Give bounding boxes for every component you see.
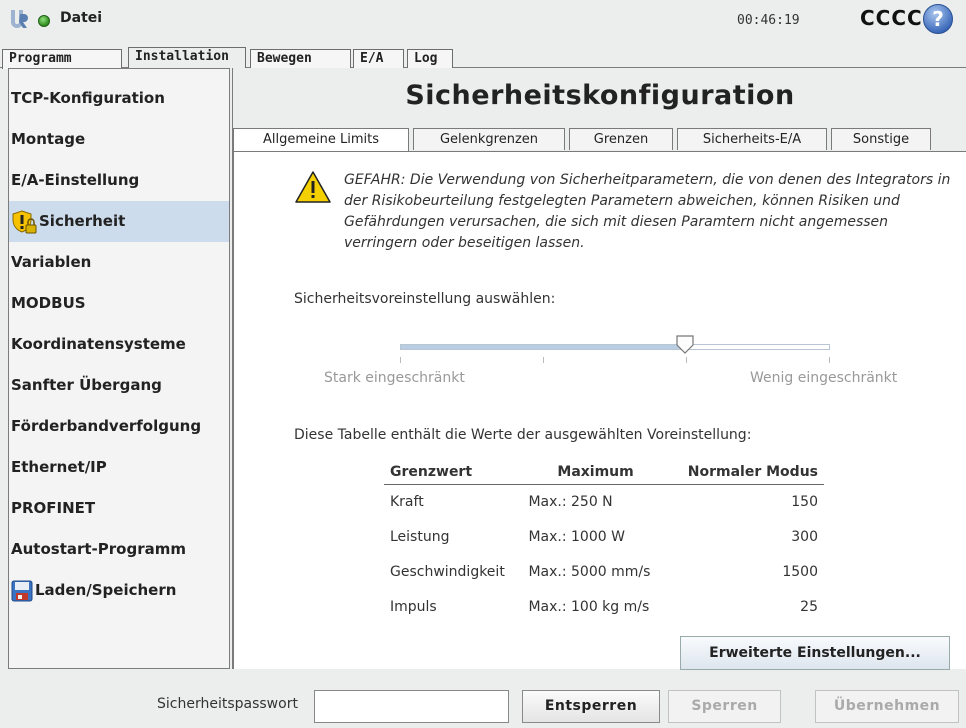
limits-table: Grenzwert Maximum Normaler Modus Kraft M… [384, 460, 824, 624]
limit-name: Kraft [390, 493, 424, 510]
ur-logo-icon [11, 10, 28, 28]
warning-icon [295, 171, 331, 203]
sidebar-item-label: PROFINET [11, 499, 96, 517]
sidebar-item-sanfter-uebergang[interactable]: Sanfter Übergang [9, 365, 229, 406]
column-header-limit: Grenzwert [384, 460, 523, 485]
sidebar-item-label: MODBUS [11, 294, 86, 312]
sidebar-item-montage[interactable]: Montage [9, 119, 229, 160]
limit-max: Max.: 5000 mm/s [528, 563, 651, 580]
slider-handle[interactable] [676, 335, 695, 355]
sidebar-item-label: Sicherheit [39, 212, 126, 230]
sidebar-item-label: TCP-Konfiguration [11, 89, 165, 107]
limit-normal-value: 1500 [782, 563, 818, 580]
sidebar-item-label: Koordinatensysteme [11, 335, 186, 353]
shield-lock-icon [12, 209, 37, 233]
tab-programm[interactable]: Programm [2, 49, 122, 69]
sidebar-item-tcp[interactable]: TCP-Konfiguration [9, 78, 229, 119]
installation-sidebar: TCP-Konfiguration Montage E/A-Einstellun… [8, 68, 230, 669]
floppy-disk-icon [11, 580, 33, 601]
slider-fill [401, 345, 687, 349]
sidebar-item-modbus[interactable]: MODBUS [9, 283, 229, 324]
sidebar-item-foerderbandverfolgung[interactable]: Förderbandverfolgung [9, 406, 229, 447]
sidebar-item-sicherheit[interactable]: Sicherheit [9, 201, 229, 242]
slider-tick [829, 357, 830, 363]
general-limits-panel: GEFAHR: Die Verwendung von Sicherheitpar… [233, 151, 966, 669]
robot-name: CCCC [860, 6, 923, 30]
limit-name: Geschwindigkeit [390, 563, 505, 580]
sidebar-item-label: Ethernet/IP [11, 458, 107, 476]
slider-tick [686, 357, 687, 363]
limit-normal-value: 300 [791, 528, 818, 545]
tab-grenzen[interactable]: Grenzen [569, 128, 673, 150]
slider-tick [400, 357, 401, 363]
sidebar-item-ea-einstellung[interactable]: E/A-Einstellung [9, 160, 229, 201]
limit-normal-value: 150 [791, 493, 818, 510]
sidebar-item-variablen[interactable]: Variablen [9, 242, 229, 283]
tab-bewegen[interactable]: Bewegen [250, 49, 351, 69]
unlock-button[interactable]: Entsperren [522, 690, 660, 723]
limit-max: Max.: 1000 W [528, 528, 625, 545]
table-row: Leistung Max.: 1000 W 300 [384, 519, 824, 554]
password-field[interactable] [314, 690, 509, 723]
limit-max: Max.: 100 kg m/s [528, 598, 650, 615]
sidebar-item-label: Förderbandverfolgung [11, 417, 202, 435]
sidebar-item-ethernet-ip[interactable]: Ethernet/IP [9, 447, 229, 488]
top-bar: Datei 00:46:19 CCCC ? [0, 0, 966, 38]
column-header-maximum: Maximum [522, 460, 669, 485]
slider-tick [543, 357, 544, 363]
table-row: Kraft Max.: 250 N 150 [384, 484, 824, 519]
table-row: Geschwindigkeit Max.: 5000 mm/s 1500 [384, 554, 824, 589]
table-caption: Diese Tabelle enthält die Werte der ausg… [294, 427, 752, 443]
table-header-row: Grenzwert Maximum Normaler Modus [384, 460, 824, 485]
limit-normal-value: 25 [800, 598, 818, 615]
apply-button[interactable]: Übernehmen [815, 690, 959, 723]
lock-button[interactable]: Sperren [668, 690, 781, 723]
main-tab-bar: Programm Installation Bewegen E/A Log [0, 44, 966, 69]
tab-allgemeine-limits[interactable]: Allgemeine Limits [233, 128, 409, 152]
sidebar-item-label: Montage [11, 130, 86, 148]
file-menu[interactable]: Datei [60, 10, 102, 26]
footer-bar: Sicherheitspasswort Entsperren Sperren Ü… [0, 676, 966, 728]
tab-gelenkgrenzen[interactable]: Gelenkgrenzen [413, 128, 565, 150]
slider-min-label: Stark eingeschränkt [324, 370, 465, 386]
safety-sub-tabs: Allgemeine Limits Gelenkgrenzen Grenzen … [233, 128, 966, 152]
password-label: Sicherheitspasswort [157, 696, 298, 712]
safety-preset-slider[interactable] [400, 344, 830, 350]
tab-sonstige[interactable]: Sonstige [831, 128, 931, 150]
limit-name: Leistung [390, 528, 450, 545]
limit-name: Impuls [390, 598, 437, 615]
tab-installation[interactable]: Installation [128, 47, 246, 69]
clock: 00:46:19 [737, 13, 800, 28]
tab-sicherheits-ea[interactable]: Sicherheits-E/A [677, 128, 827, 150]
sidebar-item-label: Sanfter Übergang [11, 376, 162, 394]
limit-max: Max.: 250 N [528, 493, 613, 510]
tab-ea[interactable]: E/A [353, 49, 404, 69]
table-row: Impuls Max.: 100 kg m/s 25 [384, 589, 824, 624]
column-header-normal: Normaler Modus [668, 460, 824, 485]
robot-status-icon [38, 15, 50, 27]
sidebar-item-label: Variablen [11, 253, 92, 271]
page-title: Sicherheitskonfiguration [405, 80, 795, 111]
tab-log[interactable]: Log [407, 49, 453, 69]
preset-label: Sicherheitsvoreinstellung auswählen: [294, 291, 556, 307]
sidebar-item-label: Laden/Speichern [35, 581, 177, 599]
sidebar-item-label: Autostart-Programm [11, 540, 186, 558]
advanced-settings-button[interactable]: Erweiterte Einstellungen... [680, 636, 950, 670]
sidebar-item-autostart[interactable]: Autostart-Programm [9, 529, 229, 570]
sidebar-item-laden-speichern[interactable]: Laden/Speichern [9, 570, 229, 611]
sidebar-item-koordinatensysteme[interactable]: Koordinatensysteme [9, 324, 229, 365]
help-icon[interactable]: ? [923, 4, 953, 34]
safety-config-panel: Sicherheitskonfiguration Allgemeine Limi… [232, 68, 966, 670]
slider-max-label: Wenig eingeschränkt [750, 370, 898, 386]
danger-warning-text: GEFAHR: Die Verwendung von Sicherheitpar… [344, 172, 951, 251]
sidebar-item-profinet[interactable]: PROFINET [9, 488, 229, 529]
sidebar-item-label: E/A-Einstellung [11, 171, 140, 189]
